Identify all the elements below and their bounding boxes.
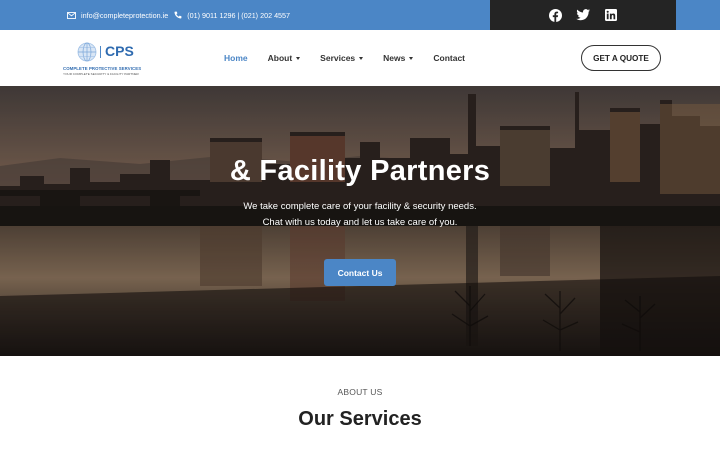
nav-item-services[interactable]: Services — [320, 53, 364, 63]
nav-item-about[interactable]: About — [268, 53, 301, 63]
top-bar: info@completeprotection.ie (01) 9011 129… — [0, 0, 720, 30]
section-eyebrow-label: ABOUT US — [337, 387, 383, 397]
logo-company-name: COMPLETE PROTECTIVE SERVICES — [63, 66, 142, 71]
top-contact-info: info@completeprotection.ie (01) 9011 129… — [67, 0, 290, 30]
nav-item-contact[interactable]: Contact — [433, 53, 465, 63]
facebook-icon[interactable] — [548, 8, 562, 22]
hero-subtitle-line-1: We take complete care of your facility &… — [243, 201, 477, 212]
nav-item-label: News — [383, 53, 406, 63]
section-heading: Our Services — [298, 408, 422, 430]
social-links — [490, 0, 676, 30]
nav-item-news[interactable]: News — [383, 53, 414, 63]
logo-divider — [100, 46, 101, 58]
hero-subtitle-line-2: Chat with us today and let us take care … — [262, 217, 458, 228]
nav-item-home[interactable]: Home — [224, 53, 248, 63]
email-link[interactable]: info@completeprotection.ie — [81, 11, 168, 20]
site-logo[interactable]: CPS COMPLETE PROTECTIVE SERVICES YOUR CO… — [63, 42, 153, 78]
hero-title: & Facility Partners — [229, 155, 491, 187]
nav-item-label: Services — [320, 53, 356, 63]
linkedin-icon[interactable] — [604, 8, 618, 22]
logo-tagline: YOUR COMPLETE SECURITY & FACILITY PARTNE… — [63, 72, 139, 76]
phone-numbers[interactable]: (01) 9011 1296 | (021) 202 4557 — [187, 11, 290, 20]
nav-item-label: Home — [224, 53, 248, 63]
site-header: CPS COMPLETE PROTECTIVE SERVICES YOUR CO… — [0, 30, 720, 86]
get-a-quote-button[interactable]: GET A QUOTE — [581, 45, 661, 71]
logo-globe-icon — [77, 42, 97, 62]
hero-section: & Facility Partners We take complete car… — [0, 86, 720, 356]
logo-abbreviation: CPS — [105, 43, 134, 59]
nav-item-label: About — [267, 53, 293, 63]
main-nav: Home About Services News Contact — [224, 30, 485, 86]
phone-icon — [174, 11, 182, 19]
contact-us-button[interactable]: Contact Us — [324, 259, 396, 286]
email-icon — [67, 11, 76, 19]
nav-item-label: Contact — [433, 53, 466, 63]
chevron-down-icon — [359, 56, 364, 60]
chevron-down-icon — [296, 56, 301, 60]
twitter-icon[interactable] — [576, 8, 590, 22]
chevron-down-icon — [409, 56, 414, 60]
